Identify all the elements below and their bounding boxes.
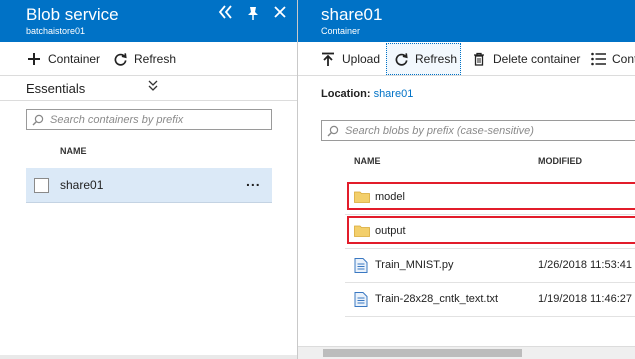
container-blade-header: share01 Container — [298, 0, 635, 42]
refresh-icon — [394, 51, 409, 67]
blob-row-train-text[interactable]: Train-28x28_cntk_text.txt 1/19/2018 11:4… — [345, 282, 635, 317]
right-toolbar: Upload Refresh Delete container Conta — [298, 43, 635, 76]
blade-subtitle: batchaistore01 — [26, 26, 86, 36]
container-button-label: Container — [48, 52, 101, 66]
columns-icon — [590, 51, 606, 67]
blob-row-output[interactable]: output — [345, 214, 635, 249]
name-column-header[interactable]: NAME — [60, 146, 87, 156]
file-icon — [354, 258, 368, 278]
container-blade-title: share01 — [321, 5, 383, 24]
container-blade: share01 Container Upload Refresh Delete … — [298, 0, 635, 359]
location-line: Location: share01 — [321, 88, 413, 100]
blob-name-column-header[interactable]: NAME — [354, 156, 381, 166]
container-search-placeholder: Search containers by prefix — [50, 113, 184, 126]
blob-search-input[interactable]: Search blobs by prefix (case-sensitive) — [321, 120, 635, 141]
container-name: share01 — [60, 178, 104, 192]
blob-modified: 1/26/2018 11:53:41 — [538, 259, 632, 271]
blob-name[interactable]: model — [375, 191, 405, 203]
upload-button-label: Upload — [342, 52, 381, 66]
essentials-section[interactable]: Essentials — [0, 76, 297, 101]
refresh-button-label: Refresh — [134, 52, 177, 66]
blob-modified: 1/19/2018 11:46:27 — [538, 293, 632, 305]
scrollbar-thumb[interactable] — [323, 349, 522, 357]
left-refresh-button[interactable]: Refresh — [112, 43, 176, 75]
location-link[interactable]: share01 — [374, 88, 414, 100]
upload-icon — [320, 51, 336, 67]
container-row[interactable]: share01 ... — [26, 168, 272, 203]
blob-row-train-mnist[interactable]: Train_MNIST.py 1/26/2018 11:53:41 — [345, 248, 635, 283]
blob-search-placeholder: Search blobs by prefix (case-sensitive) — [345, 124, 534, 137]
chevron-down-icon[interactable] — [148, 80, 158, 95]
more-options-button[interactable]: ... — [246, 173, 261, 189]
collapse-icon[interactable] — [217, 4, 233, 25]
blob-name[interactable]: output — [375, 225, 406, 237]
blob-row-model[interactable]: model — [345, 180, 635, 215]
blob-name[interactable]: Train_MNIST.py — [375, 259, 453, 271]
delete-container-label: Delete container — [493, 52, 581, 66]
right-refresh-label: Refresh — [415, 52, 458, 66]
blade-title: Blob service — [26, 5, 119, 24]
left-bottom-strip — [0, 355, 297, 359]
close-icon[interactable] — [273, 4, 287, 25]
delete-container-button[interactable]: Delete container — [471, 43, 580, 75]
upload-button[interactable]: Upload — [320, 43, 380, 75]
blob-service-blade: Blob service batchaistore01 Container Re… — [0, 0, 298, 359]
pin-icon[interactable] — [246, 5, 260, 26]
search-icon — [327, 125, 339, 136]
container-search-input[interactable]: Search containers by prefix — [26, 109, 272, 130]
plus-icon — [26, 51, 42, 67]
left-toolbar: Container Refresh — [0, 43, 297, 76]
container-blade-subtitle: Container — [321, 26, 361, 36]
edit-columns-label: Conta — [612, 52, 635, 66]
right-refresh-button[interactable]: Refresh — [386, 43, 461, 75]
trash-icon — [471, 51, 487, 67]
blade-header: Blob service batchaistore01 — [0, 0, 297, 42]
essentials-label: Essentials — [26, 81, 86, 96]
add-container-button[interactable]: Container — [26, 43, 100, 75]
horizontal-scrollbar[interactable] — [298, 346, 635, 359]
location-label: Location: — [321, 88, 371, 100]
search-icon — [32, 114, 44, 125]
edit-columns-button[interactable]: Conta — [590, 43, 635, 75]
folder-icon — [354, 224, 370, 242]
modified-column-header[interactable]: MODIFIED — [538, 156, 582, 166]
refresh-icon — [112, 51, 128, 67]
row-checkbox[interactable] — [34, 178, 49, 193]
file-icon — [354, 292, 368, 312]
blob-name[interactable]: Train-28x28_cntk_text.txt — [375, 293, 498, 305]
folder-icon — [354, 190, 370, 208]
